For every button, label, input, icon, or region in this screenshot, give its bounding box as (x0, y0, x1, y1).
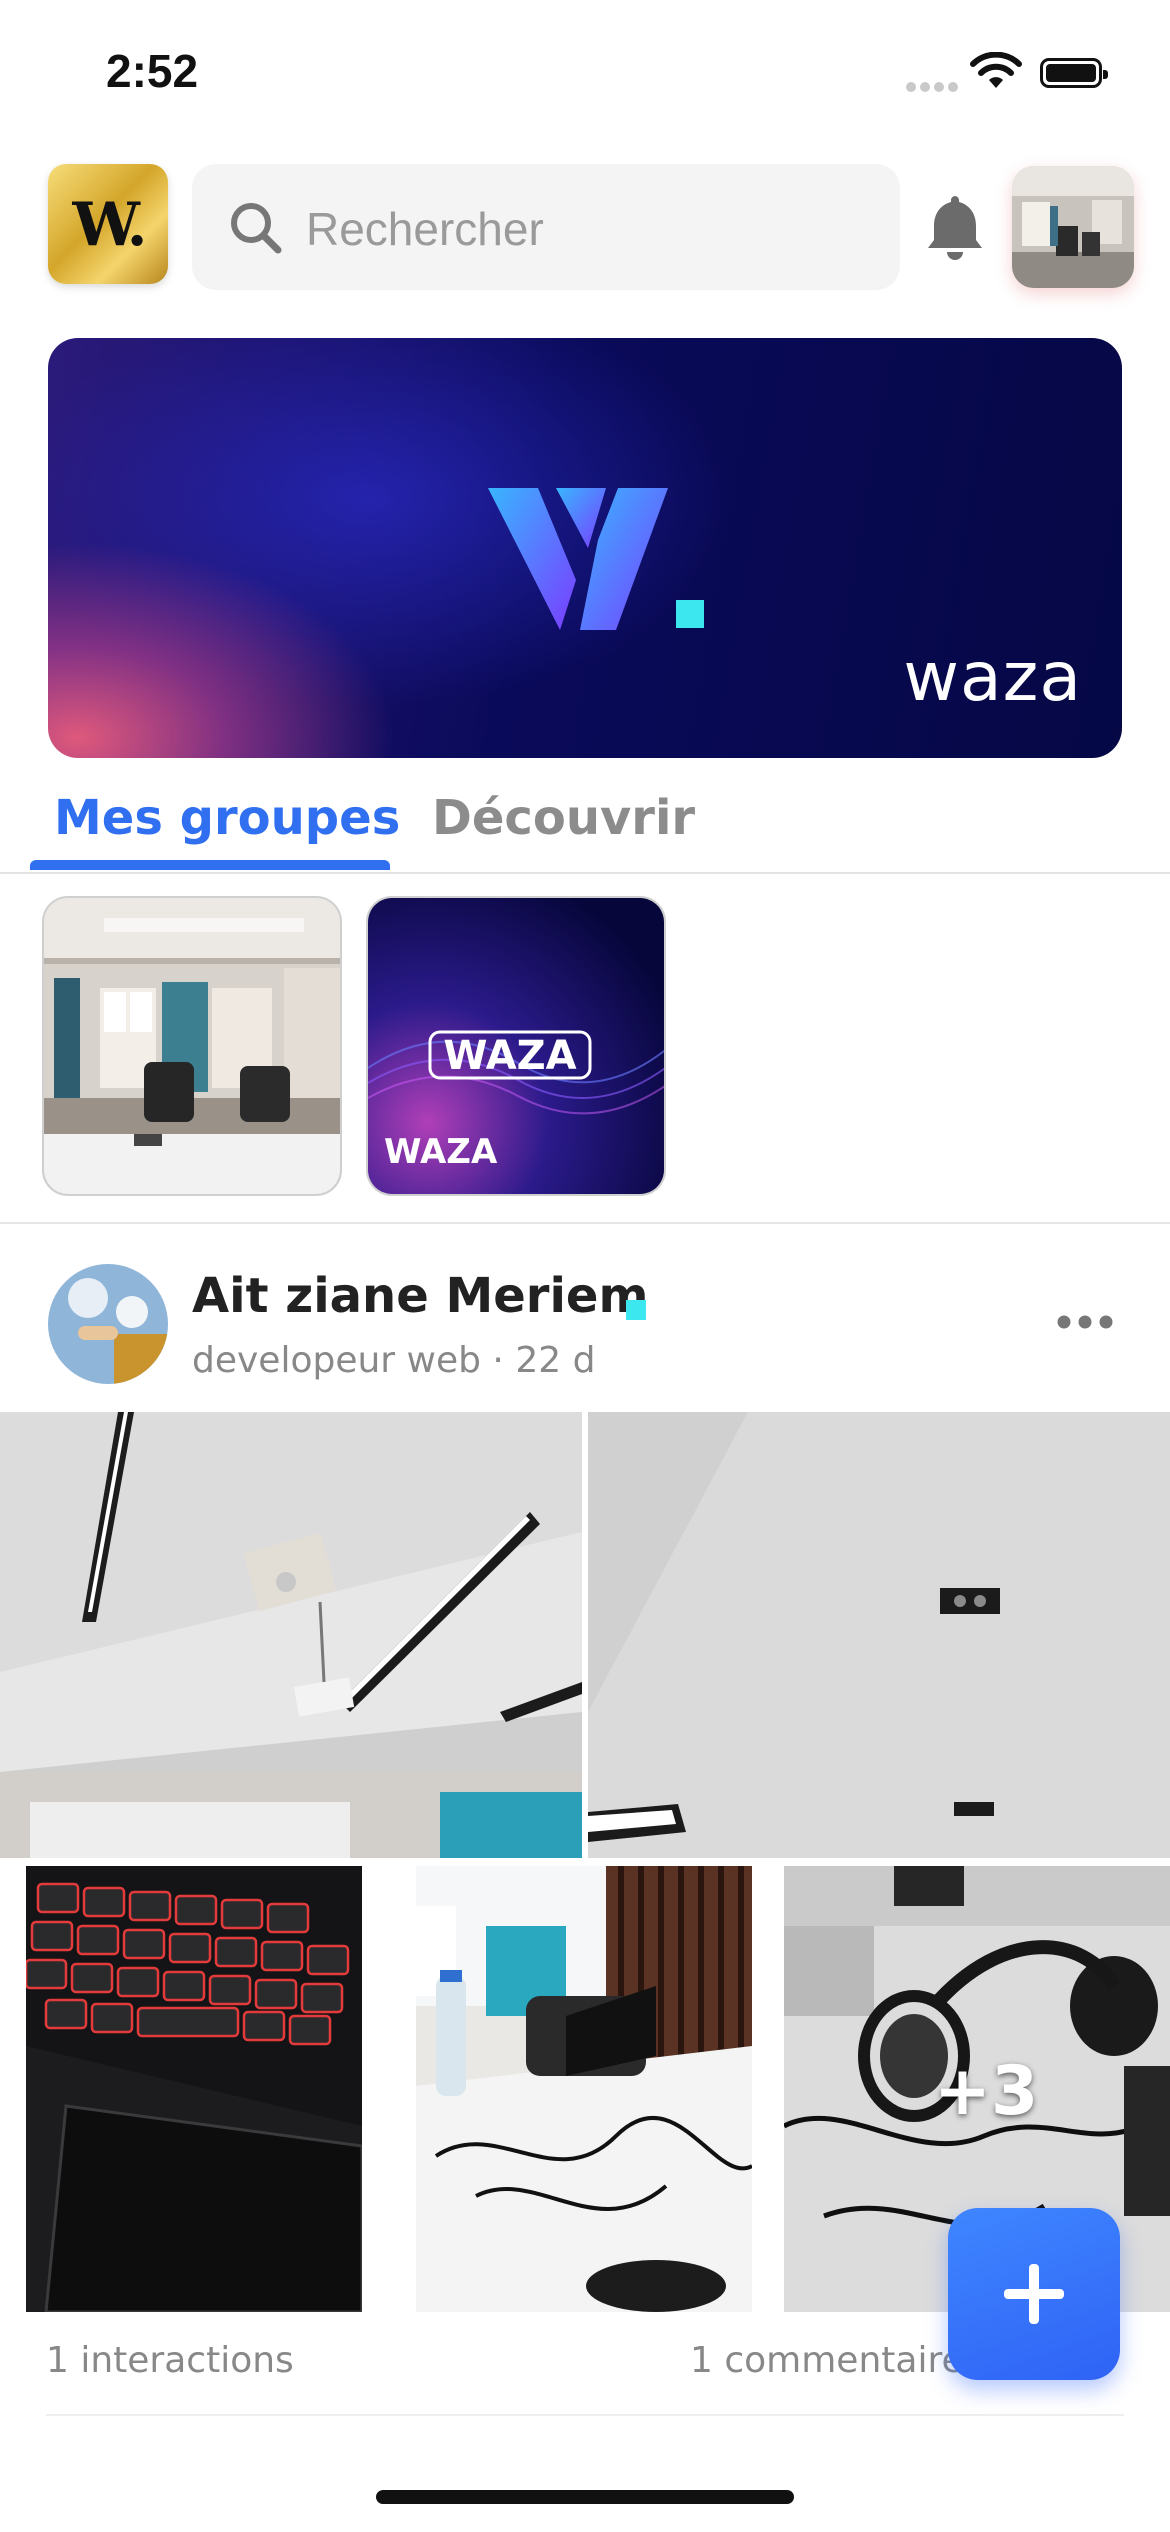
more-photos-count: +3 (934, 2052, 1039, 2131)
profile-avatar-image (1012, 166, 1134, 288)
post-photo[interactable] (26, 1866, 362, 2312)
create-post-button[interactable] (948, 2208, 1120, 2380)
search-placeholder: Rechercher (306, 203, 544, 255)
plus-icon (1004, 2264, 1064, 2324)
home-indicator (376, 2490, 794, 2504)
group-name: WAZA (384, 1132, 498, 1172)
bell-icon[interactable] (924, 192, 986, 264)
more-options-icon[interactable] (1056, 1314, 1114, 1330)
group-card-waza[interactable]: WAZA WAZA (366, 896, 666, 1196)
comments-count[interactable]: 1 commentaires (690, 2340, 982, 2381)
battery-icon (1040, 58, 1108, 88)
post-photo[interactable] (416, 1866, 752, 2312)
status-time: 2:52 (106, 45, 199, 97)
profile-avatar[interactable] (1012, 166, 1134, 288)
post-divider (46, 2414, 1124, 2416)
post-photo-image (588, 1412, 1170, 1858)
post-photo-image (0, 1412, 582, 1858)
section-divider (0, 1222, 1170, 1224)
active-tab-indicator (30, 860, 390, 870)
post-meta: developeur web · 22 d (192, 1340, 596, 1381)
author-avatar[interactable] (48, 1264, 168, 1384)
group-card-image (44, 898, 340, 1194)
search-icon (231, 203, 282, 254)
app-logo-letter: W. (72, 190, 148, 260)
tabs-divider (0, 872, 1170, 874)
tab-mes-groupes[interactable]: Mes groupes (54, 790, 400, 846)
post-photo-image (416, 1866, 752, 2312)
wifi-icon (970, 52, 1022, 88)
app-logo[interactable]: W. (48, 164, 168, 284)
author-avatar-image (48, 1264, 168, 1384)
post-photo[interactable] (0, 1412, 582, 1858)
search-input[interactable]: Rechercher (192, 164, 900, 290)
waza-logo-icon (488, 488, 704, 630)
banner-brand-text: waza (903, 638, 1082, 717)
promo-banner[interactable]: waza (48, 338, 1122, 758)
interactions-count[interactable]: 1 interactions (46, 2340, 294, 2381)
post-author[interactable]: Ait ziane Meriem (192, 1268, 649, 1324)
tab-decouvrir[interactable]: Découvrir (432, 790, 695, 846)
post-photo[interactable] (588, 1412, 1170, 1858)
post-photo-image (26, 1866, 362, 2312)
online-status-indicator (626, 1300, 646, 1320)
svg-text:WAZA: WAZA (443, 1033, 576, 1079)
group-card[interactable] (42, 896, 342, 1196)
